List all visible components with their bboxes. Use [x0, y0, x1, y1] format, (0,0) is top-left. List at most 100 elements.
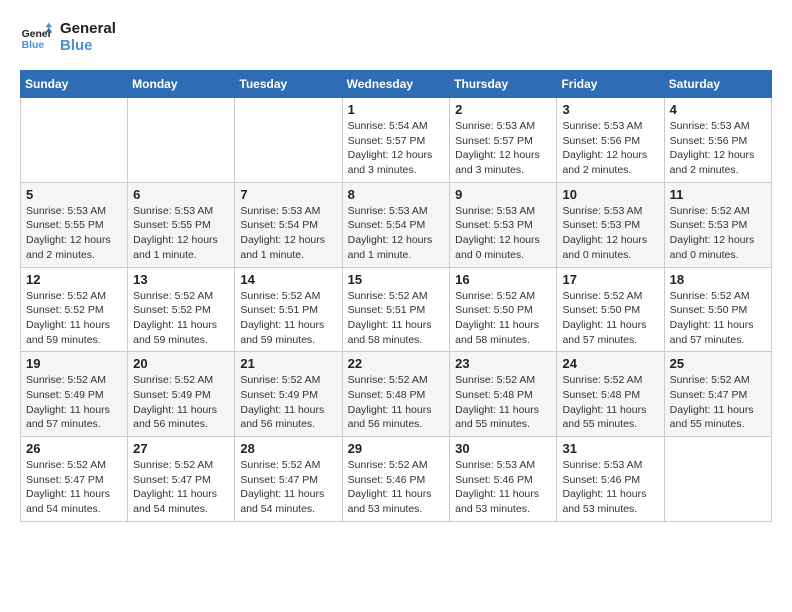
calendar-cell: 26 Sunrise: 5:52 AM Sunset: 5:47 PM Dayli… [21, 437, 128, 522]
calendar-cell: 22 Sunrise: 5:52 AM Sunset: 5:48 PM Dayli… [342, 352, 450, 437]
calendar-cell: 4 Sunrise: 5:53 AM Sunset: 5:56 PM Daylig… [664, 98, 771, 183]
calendar-cell: 29 Sunrise: 5:52 AM Sunset: 5:46 PM Dayli… [342, 437, 450, 522]
calendar-cell: 31Sunrise: 5:53 AM Sunset: 5:46 PM Dayli… [557, 437, 664, 522]
calendar-cell: 25 Sunrise: 5:52 AM Sunset: 5:47 PM Dayli… [664, 352, 771, 437]
day-number: 17 [562, 272, 658, 287]
calendar-cell: 15 Sunrise: 5:52 AM Sunset: 5:51 PM Dayli… [342, 267, 450, 352]
calendar-cell: 8Sunrise: 5:53 AM Sunset: 5:54 PM Daylig… [342, 182, 450, 267]
day-number: 10 [562, 187, 658, 202]
day-detail: Sunrise: 5:52 AM Sunset: 5:48 PM Dayligh… [562, 373, 658, 432]
weekday-header-sunday: Sunday [21, 71, 128, 98]
calendar-cell: 14 Sunrise: 5:52 AM Sunset: 5:51 PM Dayli… [235, 267, 342, 352]
calendar-cell: 18 Sunrise: 5:52 AM Sunset: 5:50 PM Dayli… [664, 267, 771, 352]
calendar-cell: 27 Sunrise: 5:52 AM Sunset: 5:47 PM Dayli… [128, 437, 235, 522]
day-detail: Sunrise: 5:52 AM Sunset: 5:49 PM Dayligh… [240, 373, 336, 432]
day-number: 11 [670, 187, 766, 202]
calendar-cell: 20Sunrise: 5:52 AM Sunset: 5:49 PM Dayli… [128, 352, 235, 437]
day-number: 20 [133, 356, 229, 371]
calendar-cell: 6 Sunrise: 5:53 AM Sunset: 5:55 PM Daylig… [128, 182, 235, 267]
day-detail: Sunrise: 5:52 AM Sunset: 5:50 PM Dayligh… [562, 289, 658, 348]
day-number: 21 [240, 356, 336, 371]
day-detail: Sunrise: 5:52 AM Sunset: 5:47 PM Dayligh… [240, 458, 336, 517]
day-detail: Sunrise: 5:53 AM Sunset: 5:46 PM Dayligh… [455, 458, 551, 517]
calendar-cell: 9 Sunrise: 5:53 AM Sunset: 5:53 PM Daylig… [450, 182, 557, 267]
svg-text:Blue: Blue [22, 40, 45, 51]
day-number: 15 [348, 272, 445, 287]
day-detail: Sunrise: 5:52 AM Sunset: 5:51 PM Dayligh… [348, 289, 445, 348]
calendar-cell: 19 Sunrise: 5:52 AM Sunset: 5:49 PM Dayli… [21, 352, 128, 437]
weekday-header-friday: Friday [557, 71, 664, 98]
day-detail: Sunrise: 5:53 AM Sunset: 5:57 PM Dayligh… [455, 119, 551, 178]
calendar-cell [21, 98, 128, 183]
calendar-cell [128, 98, 235, 183]
day-number: 30 [455, 441, 551, 456]
day-detail: Sunrise: 5:52 AM Sunset: 5:51 PM Dayligh… [240, 289, 336, 348]
day-number: 6 [133, 187, 229, 202]
day-number: 23 [455, 356, 551, 371]
weekday-header-wednesday: Wednesday [342, 71, 450, 98]
day-number: 28 [240, 441, 336, 456]
weekday-row: SundayMondayTuesdayWednesdayThursdayFrid… [21, 71, 772, 98]
calendar-cell: 16 Sunrise: 5:52 AM Sunset: 5:50 PM Dayli… [450, 267, 557, 352]
day-detail: Sunrise: 5:52 AM Sunset: 5:50 PM Dayligh… [670, 289, 766, 348]
day-number: 12 [26, 272, 122, 287]
calendar-cell: 2 Sunrise: 5:53 AM Sunset: 5:57 PM Daylig… [450, 98, 557, 183]
day-number: 19 [26, 356, 122, 371]
page-header: General Blue General Blue [20, 20, 772, 54]
day-number: 5 [26, 187, 122, 202]
day-detail: Sunrise: 5:53 AM Sunset: 5:55 PM Dayligh… [26, 204, 122, 263]
day-number: 22 [348, 356, 445, 371]
calendar-cell [235, 98, 342, 183]
weekday-header-thursday: Thursday [450, 71, 557, 98]
calendar-cell: 24Sunrise: 5:52 AM Sunset: 5:48 PM Dayli… [557, 352, 664, 437]
day-detail: Sunrise: 5:52 AM Sunset: 5:47 PM Dayligh… [133, 458, 229, 517]
calendar-cell: 12Sunrise: 5:52 AM Sunset: 5:52 PM Dayli… [21, 267, 128, 352]
day-number: 8 [348, 187, 445, 202]
day-detail: Sunrise: 5:52 AM Sunset: 5:47 PM Dayligh… [26, 458, 122, 517]
weekday-header-monday: Monday [128, 71, 235, 98]
calendar-cell: 11 Sunrise: 5:52 AM Sunset: 5:53 PM Dayli… [664, 182, 771, 267]
calendar-cell: 7 Sunrise: 5:53 AM Sunset: 5:54 PM Daylig… [235, 182, 342, 267]
week-row-4: 19 Sunrise: 5:52 AM Sunset: 5:49 PM Dayli… [21, 352, 772, 437]
calendar-cell: 10Sunrise: 5:53 AM Sunset: 5:53 PM Dayli… [557, 182, 664, 267]
day-number: 16 [455, 272, 551, 287]
calendar-cell: 1Sunrise: 5:54 AM Sunset: 5:57 PM Daylig… [342, 98, 450, 183]
day-detail: Sunrise: 5:53 AM Sunset: 5:54 PM Dayligh… [240, 204, 336, 263]
day-detail: Sunrise: 5:53 AM Sunset: 5:55 PM Dayligh… [133, 204, 229, 263]
day-number: 4 [670, 102, 766, 117]
day-number: 27 [133, 441, 229, 456]
week-row-1: 1Sunrise: 5:54 AM Sunset: 5:57 PM Daylig… [21, 98, 772, 183]
calendar-cell: 3Sunrise: 5:53 AM Sunset: 5:56 PM Daylig… [557, 98, 664, 183]
day-detail: Sunrise: 5:53 AM Sunset: 5:56 PM Dayligh… [670, 119, 766, 178]
weekday-header-tuesday: Tuesday [235, 71, 342, 98]
day-number: 25 [670, 356, 766, 371]
calendar-table: SundayMondayTuesdayWednesdayThursdayFrid… [20, 70, 772, 522]
day-detail: Sunrise: 5:52 AM Sunset: 5:53 PM Dayligh… [670, 204, 766, 263]
day-number: 29 [348, 441, 445, 456]
logo-blue: Blue [60, 37, 116, 54]
day-number: 3 [562, 102, 658, 117]
logo-general: General [60, 20, 116, 37]
weekday-header-saturday: Saturday [664, 71, 771, 98]
day-detail: Sunrise: 5:52 AM Sunset: 5:47 PM Dayligh… [670, 373, 766, 432]
calendar-cell: 30 Sunrise: 5:53 AM Sunset: 5:46 PM Dayli… [450, 437, 557, 522]
day-detail: Sunrise: 5:52 AM Sunset: 5:50 PM Dayligh… [455, 289, 551, 348]
day-number: 2 [455, 102, 551, 117]
day-number: 7 [240, 187, 336, 202]
week-row-5: 26 Sunrise: 5:52 AM Sunset: 5:47 PM Dayli… [21, 437, 772, 522]
day-detail: Sunrise: 5:52 AM Sunset: 5:52 PM Dayligh… [133, 289, 229, 348]
calendar-cell: 23Sunrise: 5:52 AM Sunset: 5:48 PM Dayli… [450, 352, 557, 437]
calendar-body: 1Sunrise: 5:54 AM Sunset: 5:57 PM Daylig… [21, 98, 772, 522]
day-detail: Sunrise: 5:52 AM Sunset: 5:48 PM Dayligh… [348, 373, 445, 432]
day-number: 14 [240, 272, 336, 287]
day-number: 1 [348, 102, 445, 117]
day-detail: Sunrise: 5:53 AM Sunset: 5:53 PM Dayligh… [455, 204, 551, 263]
day-number: 9 [455, 187, 551, 202]
calendar-header: SundayMondayTuesdayWednesdayThursdayFrid… [21, 71, 772, 98]
day-detail: Sunrise: 5:52 AM Sunset: 5:46 PM Dayligh… [348, 458, 445, 517]
day-number: 18 [670, 272, 766, 287]
day-number: 31 [562, 441, 658, 456]
day-detail: Sunrise: 5:52 AM Sunset: 5:49 PM Dayligh… [26, 373, 122, 432]
calendar-cell: 17 Sunrise: 5:52 AM Sunset: 5:50 PM Dayli… [557, 267, 664, 352]
day-number: 26 [26, 441, 122, 456]
